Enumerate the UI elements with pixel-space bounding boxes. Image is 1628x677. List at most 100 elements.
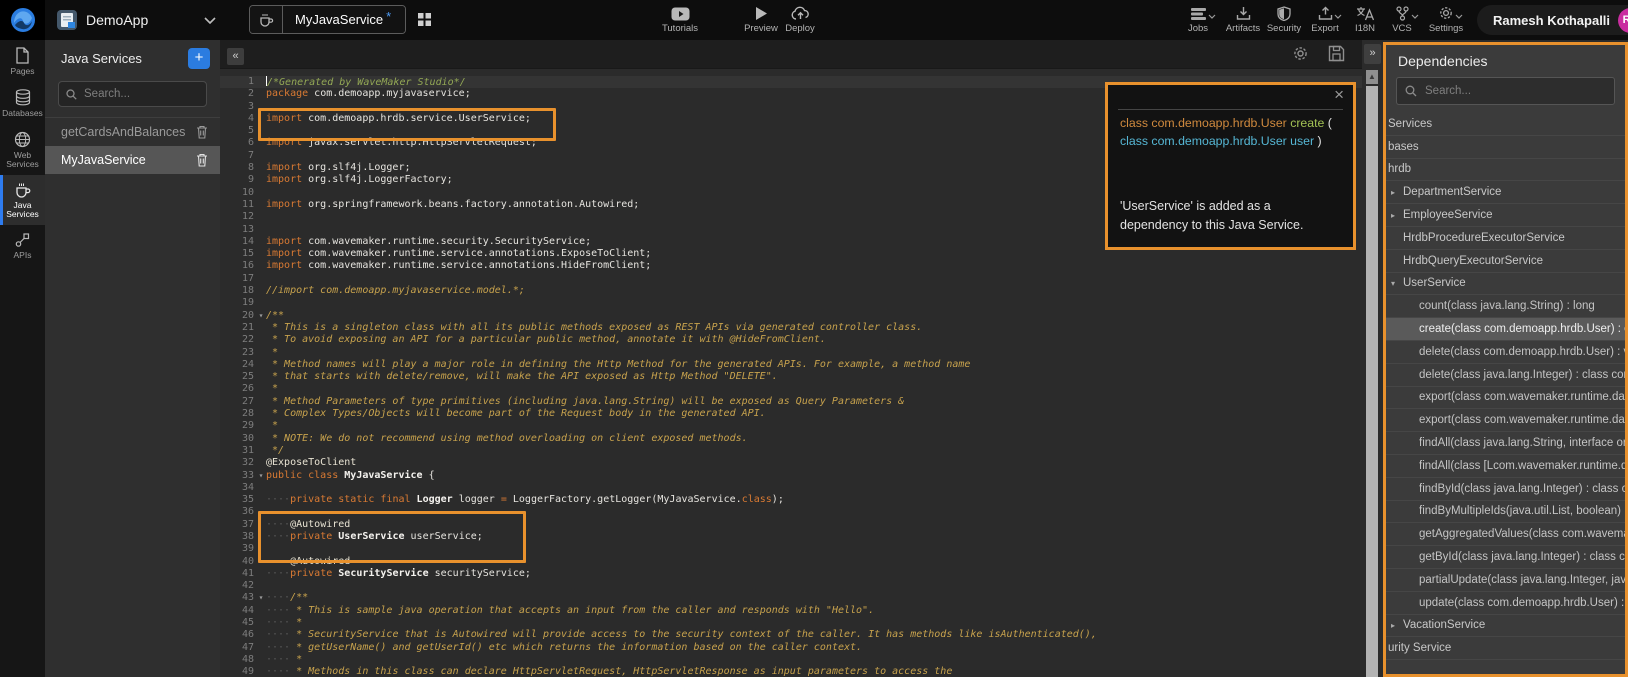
settings-button[interactable]: Settings	[1424, 4, 1468, 34]
artifacts-button[interactable]: Artifacts	[1222, 4, 1264, 34]
dependency-method-row[interactable]: findAll(class java.lang.String, interfac…	[1386, 432, 1625, 455]
vcs-button[interactable]: VCS	[1385, 4, 1419, 34]
dependency-method-row[interactable]: findAll(class [Lcom.wavemaker.runtime.da	[1386, 455, 1625, 478]
code-line[interactable]: 43▾····/**	[220, 592, 1362, 604]
tutorials-button[interactable]: Tutorials	[649, 4, 711, 34]
chevron-collapsed-icon[interactable]: ▸	[1391, 621, 1395, 630]
dependency-method-row[interactable]: delete(class com.demoapp.hrdb.User) : vo…	[1386, 341, 1625, 364]
code-line[interactable]: 39	[220, 543, 1362, 555]
dependencies-scrollbar-thumb[interactable]	[1366, 86, 1378, 677]
sidebar-item-pages[interactable]: Pages	[0, 40, 45, 82]
dependency-node-row[interactable]: ▸EmployeeService	[1386, 204, 1625, 227]
java-services-search[interactable]	[58, 81, 207, 107]
wavemaker-logo[interactable]	[0, 0, 45, 40]
code-line[interactable]: 27 * Method Parameters of type primitive…	[220, 396, 1362, 408]
dependency-method-row[interactable]: getAggregatedValues(class com.wavemak	[1386, 523, 1625, 546]
jobs-button[interactable]: Jobs	[1178, 4, 1218, 34]
sidebar-item-web-services[interactable]: Web Services	[0, 124, 45, 175]
sidebar-item-apis[interactable]: APIs	[0, 225, 45, 266]
dependency-method-row[interactable]: getById(class java.lang.Integer) : class…	[1386, 546, 1625, 569]
dependency-node-row[interactable]: bases	[1386, 136, 1625, 159]
editor-settings-gear-icon[interactable]	[1292, 45, 1309, 62]
code-line[interactable]: 34	[220, 482, 1362, 494]
code-line[interactable]: 28 * Complex Types/Objects will become p…	[220, 408, 1362, 420]
sidebar-item-java-services[interactable]: Java Services	[0, 175, 45, 225]
chevron-expanded-icon[interactable]: ▾	[1391, 279, 1395, 288]
code-line[interactable]: 31 */	[220, 445, 1362, 457]
code-line[interactable]: 19	[220, 297, 1362, 309]
code-line[interactable]: 37····@Autowired	[220, 519, 1362, 531]
user-menu[interactable]: Ramesh Kothapalli RK	[1477, 5, 1628, 35]
dependency-method-row[interactable]: export(class com.wavemaker.runtime.data	[1386, 387, 1625, 410]
code-line[interactable]: 21 * This is a singleton class with all …	[220, 322, 1362, 334]
trash-icon[interactable]	[196, 125, 208, 139]
code-line[interactable]: 26 *	[220, 383, 1362, 395]
code-line[interactable]: 32@ExposeToClient	[220, 457, 1362, 469]
code-line[interactable]: 45···· *	[220, 617, 1362, 629]
dependency-node-row[interactable]: HrdbQueryExecutorService	[1386, 250, 1625, 273]
add-java-service-button[interactable]: +	[188, 48, 210, 69]
tab-myjavaservice[interactable]: MyJavaService *	[249, 5, 406, 34]
close-icon[interactable]: ×	[1334, 85, 1344, 105]
dependency-node-row[interactable]: Services	[1386, 113, 1625, 136]
code-line[interactable]: 20▾/**	[220, 310, 1362, 322]
dependency-method-row[interactable]: create(class com.demoapp.hrdb.User) : cl…	[1386, 318, 1625, 341]
export-button[interactable]: Export	[1305, 4, 1345, 34]
list-item-myjavaservice[interactable]: MyJavaService	[45, 146, 220, 174]
list-item-getcardsandbalances[interactable]: getCardsAndBalances	[45, 118, 220, 146]
trash-icon[interactable]	[196, 153, 208, 167]
code-line[interactable]: 23 *	[220, 347, 1362, 359]
code-line[interactable]: 22 * To avoid exposing an API for a part…	[220, 334, 1362, 346]
dependency-method-row[interactable]: export(class com.wavemaker.runtime.data	[1386, 409, 1625, 432]
code-line[interactable]: 29 *	[220, 420, 1362, 432]
search-icon	[1405, 85, 1417, 97]
project-selector[interactable]: DemoApp	[56, 0, 216, 40]
code-line[interactable]: 40····@Autowired	[220, 556, 1362, 568]
code-line[interactable]: 42	[220, 580, 1362, 592]
code-line[interactable]: 25 * that starts with delete/remove, wil…	[220, 371, 1362, 383]
code-line[interactable]: 16import com.wavemaker.runtime.service.a…	[220, 260, 1362, 272]
collapse-left-panel-button[interactable]: «	[227, 48, 244, 65]
dependency-method-row[interactable]: delete(class java.lang.Integer) : class …	[1386, 364, 1625, 387]
deploy-button[interactable]: Deploy	[778, 4, 822, 34]
coffee-cup-icon	[14, 182, 31, 198]
code-line[interactable]: 24 * Method names will play a major role…	[220, 359, 1362, 371]
dependency-method-row[interactable]: update(class com.demoapp.hrdb.User) : cl	[1386, 592, 1625, 615]
scroll-up-arrow[interactable]: ▲	[1366, 70, 1378, 84]
dependency-node-row[interactable]: ▸VacationService	[1386, 615, 1625, 638]
collapse-right-panel-button[interactable]: »	[1364, 44, 1381, 64]
dependency-node-row[interactable]: hrdb	[1386, 159, 1625, 182]
sidebar-item-databases[interactable]: Databases	[0, 82, 45, 124]
i18n-button[interactable]: I18N	[1347, 4, 1383, 34]
code-line[interactable]: 36	[220, 506, 1362, 518]
code-line[interactable]: 46···· * SecurityService that is Autowir…	[220, 629, 1362, 641]
code-line[interactable]: 44···· * This is sample java operation t…	[220, 605, 1362, 617]
code-line[interactable]: 38····private UserService userService;	[220, 531, 1362, 543]
code-line[interactable]: 18//import com.demoapp.myjavaservice.mod…	[220, 285, 1362, 297]
code-line[interactable]: 41····private SecurityService securitySe…	[220, 568, 1362, 580]
search-input[interactable]	[1423, 84, 1606, 98]
chevron-collapsed-icon[interactable]: ▸	[1391, 211, 1395, 220]
code-line[interactable]: 30 * NOTE: We do not recommend using met…	[220, 433, 1362, 445]
dependency-node-row[interactable]: HrdbProcedureExecutorService	[1386, 227, 1625, 250]
code-line[interactable]: 17	[220, 273, 1362, 285]
code-line[interactable]: 33▾public class MyJavaService {	[220, 470, 1362, 482]
dependency-node-row[interactable]: urity Service	[1386, 637, 1625, 660]
code-line[interactable]: 48···· *	[220, 654, 1362, 666]
file-switcher-grid-icon[interactable]	[414, 10, 434, 30]
dependencies-search[interactable]	[1396, 77, 1615, 105]
security-button[interactable]: Security	[1262, 4, 1306, 34]
code-line[interactable]: 49···· * Methods in this class can decla…	[220, 666, 1362, 677]
dependency-method-row[interactable]: partialUpdate(class java.lang.Integer, j…	[1386, 569, 1625, 592]
dependency-method-row[interactable]: count(class java.lang.String) : long	[1386, 295, 1625, 318]
chevron-collapsed-icon[interactable]: ▸	[1391, 188, 1395, 197]
dependency-method-row[interactable]: findById(class java.lang.Integer) : clas…	[1386, 478, 1625, 501]
code-line[interactable]: 47···· * getUserName() and getUserId() e…	[220, 642, 1362, 654]
dependency-method-row[interactable]: findByMultipleIds(java.util.List, boolea…	[1386, 501, 1625, 524]
save-icon[interactable]	[1328, 45, 1345, 62]
code-line[interactable]: 35····private static final Logger logger…	[220, 494, 1362, 506]
code-line[interactable]: 15import com.wavemaker.runtime.service.a…	[220, 248, 1362, 260]
dependency-node-row[interactable]: ▾UserService	[1386, 273, 1625, 296]
search-input[interactable]	[82, 87, 199, 101]
dependency-node-row[interactable]: ▸DepartmentService	[1386, 181, 1625, 204]
